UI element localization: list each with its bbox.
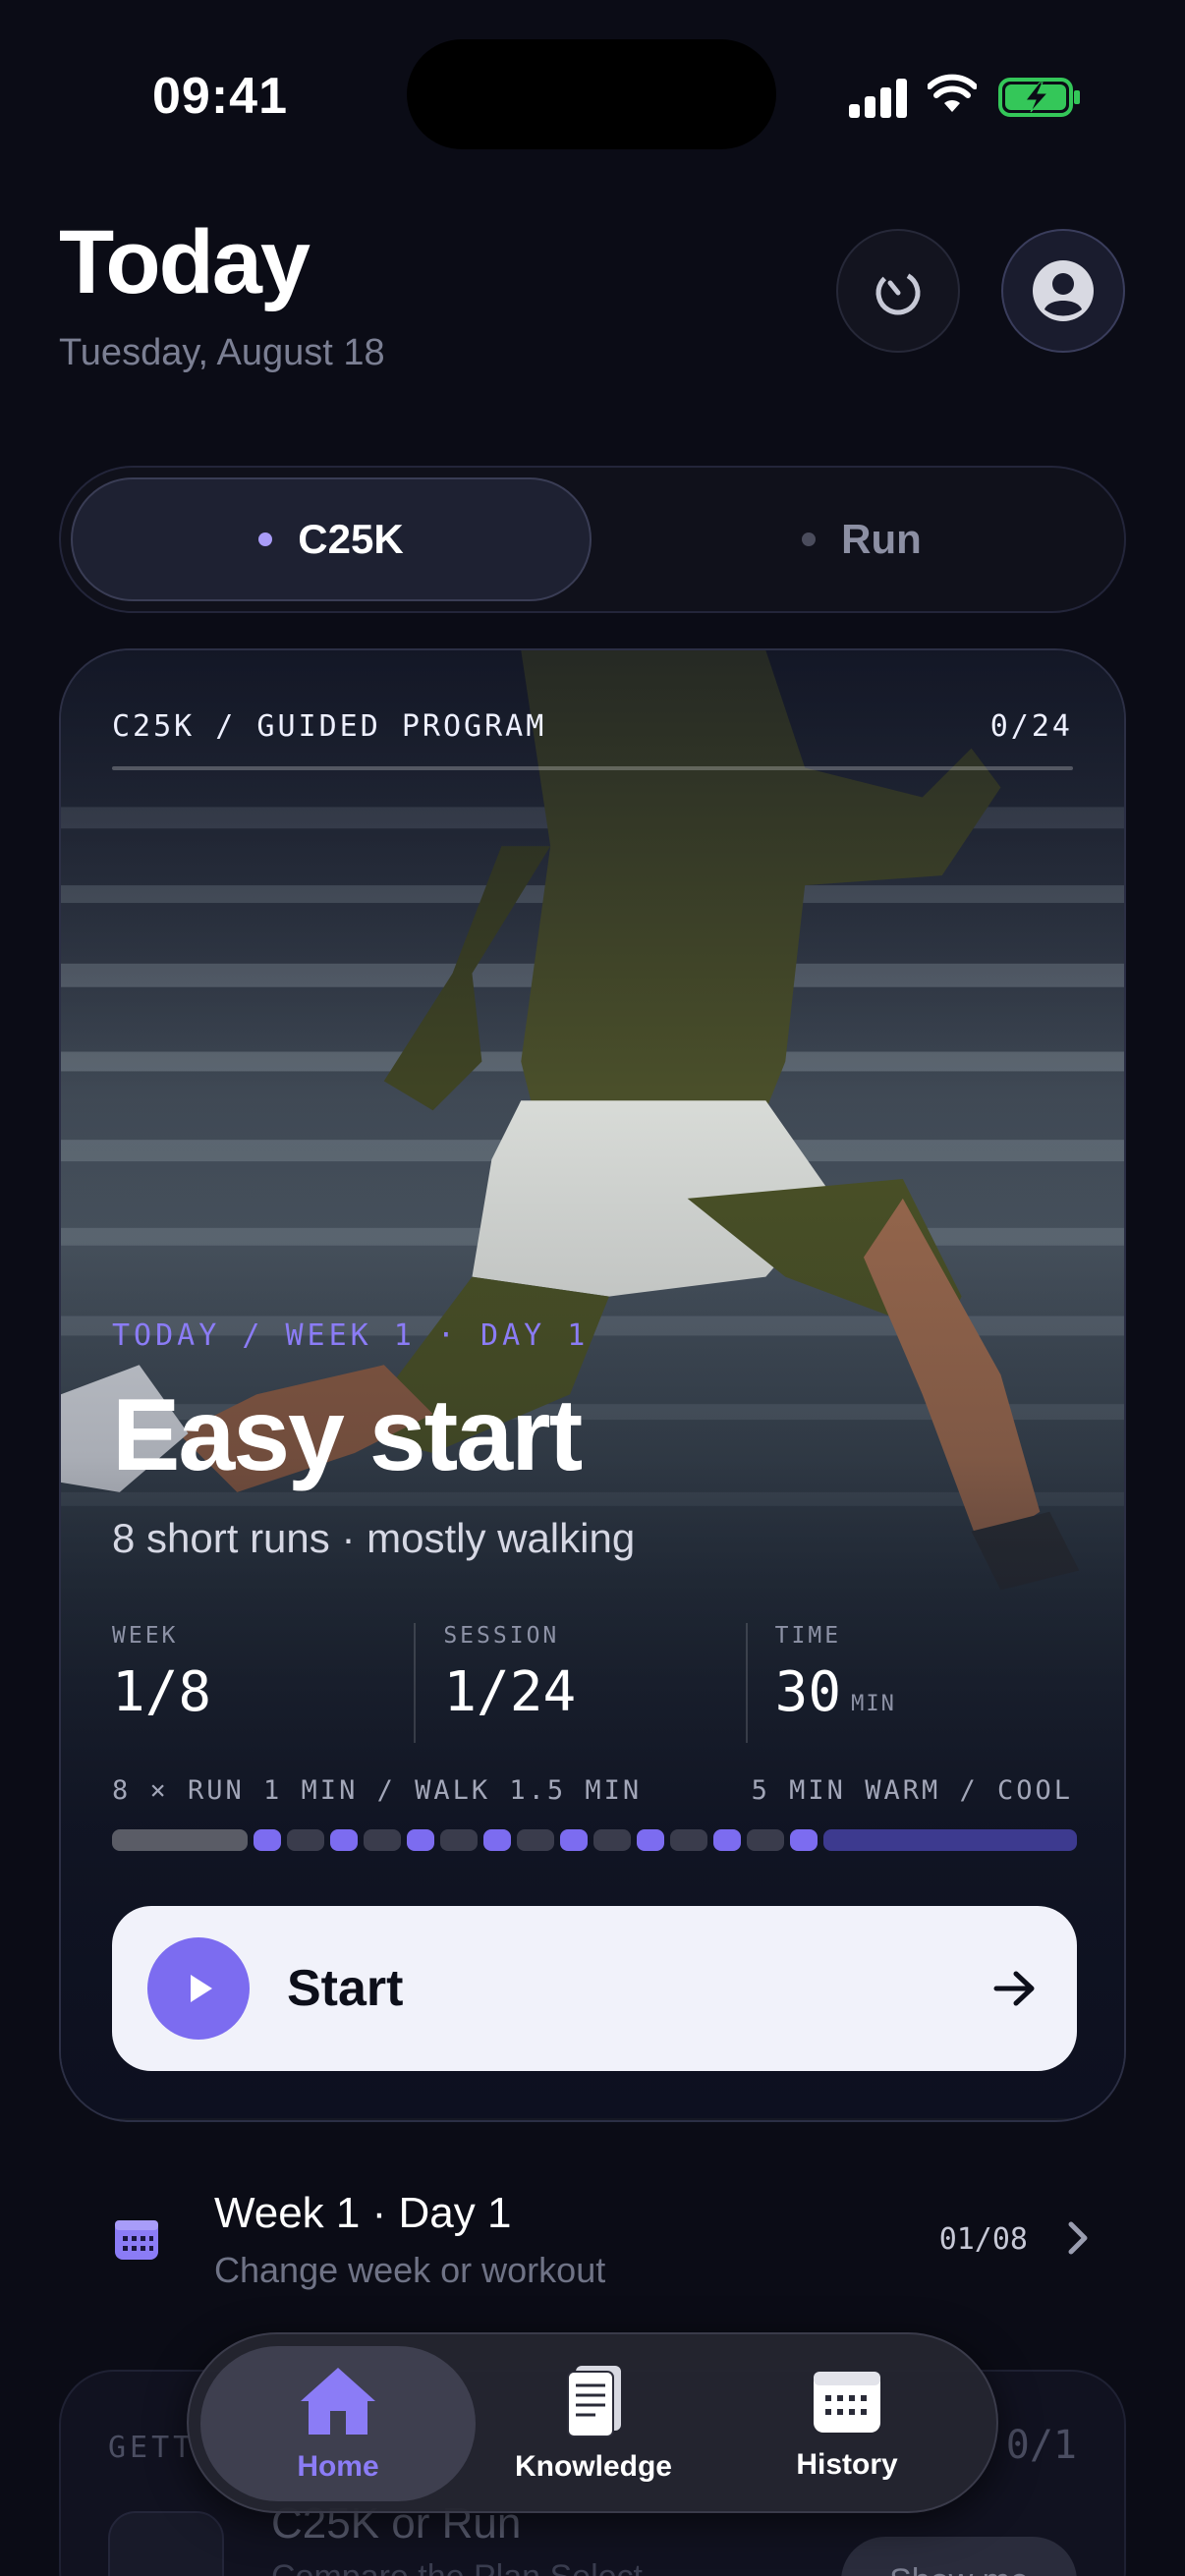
stat-week: WEEK 1/8 bbox=[112, 1623, 414, 1743]
workout-stats: WEEK 1/8 SESSION 1/24 TIME 30 MIN bbox=[112, 1623, 1077, 1743]
stat-label: TIME bbox=[774, 1623, 842, 1649]
run-segment bbox=[407, 1829, 434, 1851]
segment-tab-run[interactable]: Run bbox=[611, 477, 1112, 601]
calendar-icon bbox=[814, 2372, 880, 2433]
week-row-count: 01/08 bbox=[938, 2222, 1028, 2257]
document-icon bbox=[567, 2366, 621, 2437]
warmup-segment bbox=[112, 1829, 248, 1851]
stat-time: TIME 30 MIN bbox=[745, 1623, 1077, 1743]
start-label: Start bbox=[287, 1960, 404, 2017]
stat-session: SESSION 1/24 bbox=[414, 1623, 745, 1743]
run-segment bbox=[330, 1829, 358, 1851]
stat-value: 30 bbox=[774, 1660, 842, 1724]
program-progress-count: 0/24 bbox=[989, 709, 1073, 744]
stat-value-wrap: 30 MIN bbox=[775, 1660, 1077, 1724]
walk-segment bbox=[747, 1829, 784, 1851]
program-segmented-control: C25K Run bbox=[59, 466, 1126, 613]
segment-label: C25K bbox=[298, 516, 404, 562]
week-day-selector[interactable]: Week 1 · Day 1 Change week or workout 01… bbox=[59, 2171, 1126, 2309]
profile-button[interactable] bbox=[1001, 229, 1125, 353]
stopwatch-icon bbox=[875, 270, 921, 315]
inactive-dot bbox=[802, 532, 817, 546]
wifi-icon bbox=[928, 74, 977, 112]
walk-segment bbox=[287, 1829, 324, 1851]
dynamic-island bbox=[407, 39, 776, 149]
program-progress-bar bbox=[112, 766, 1073, 770]
segment-label: Run bbox=[841, 516, 922, 562]
tab-history[interactable]: History bbox=[709, 2346, 985, 2501]
segment-tab-c25k[interactable]: C25K bbox=[71, 477, 592, 601]
page-date: Tuesday, August 18 bbox=[59, 332, 385, 373]
bottom-tab-bar: Home Knowledge History bbox=[187, 2332, 998, 2513]
walk-segment bbox=[364, 1829, 401, 1851]
stat-unit: MIN bbox=[851, 1692, 896, 1716]
timer-button[interactable] bbox=[836, 229, 960, 353]
page-title: Today bbox=[59, 212, 310, 312]
warmup-description: 5 MIN WARM / COOL bbox=[751, 1775, 1073, 1806]
run-segment bbox=[790, 1829, 818, 1851]
program-label: C25K / GUIDED PROGRAM bbox=[112, 709, 547, 744]
workout-eyebrow: TODAY / WEEK 1 · DAY 1 bbox=[112, 1318, 590, 1353]
week-row-title: Week 1 · Day 1 bbox=[214, 2189, 512, 2237]
getting-started-count: 0/1 bbox=[1005, 2423, 1077, 2468]
week-row-subtitle: Change week or workout bbox=[214, 2250, 606, 2290]
workout-hero-card: C25K / GUIDED PROGRAM 0/24 TODAY / WEEK … bbox=[59, 648, 1126, 2122]
cooldown-segment bbox=[823, 1829, 1077, 1851]
run-segment bbox=[637, 1829, 664, 1851]
run-segment bbox=[713, 1829, 741, 1851]
getting-started-label: GETT bbox=[108, 2431, 196, 2465]
stat-label: WEEK bbox=[112, 1623, 179, 1649]
compare-icon bbox=[108, 2511, 224, 2576]
run-segment bbox=[483, 1829, 511, 1851]
tab-home[interactable]: Home bbox=[200, 2346, 476, 2501]
stat-value: 1/24 bbox=[443, 1660, 577, 1724]
interval-timeline bbox=[112, 1829, 1077, 1851]
calendar-icon bbox=[115, 2220, 158, 2260]
run-segment bbox=[254, 1829, 281, 1851]
getting-started-subtitle: Compare the Plan Select bbox=[271, 2558, 643, 2576]
workout-title: Easy start bbox=[112, 1378, 583, 1492]
active-dot bbox=[258, 532, 273, 546]
walk-segment bbox=[440, 1829, 478, 1851]
tab-label: Knowledge bbox=[514, 2450, 672, 2483]
workout-subtitle: 8 short runs · mostly walking bbox=[112, 1515, 636, 1561]
play-icon bbox=[147, 1937, 250, 2040]
status-time: 09:41 bbox=[152, 68, 288, 125]
show-me-button[interactable]: Show me bbox=[841, 2537, 1077, 2576]
stat-label: SESSION bbox=[443, 1623, 560, 1649]
interval-description: 8 × RUN 1 MIN / WALK 1.5 MIN bbox=[112, 1775, 643, 1806]
home-icon bbox=[301, 2368, 375, 2435]
tab-knowledge[interactable]: Knowledge bbox=[456, 2346, 731, 2501]
chevron-right-icon bbox=[1068, 2221, 1088, 2255]
arrow-right-icon bbox=[993, 1971, 1035, 2006]
walk-segment bbox=[593, 1829, 631, 1851]
start-workout-button[interactable]: Start bbox=[112, 1906, 1077, 2071]
stat-value: 1/8 bbox=[112, 1660, 212, 1724]
walk-segment bbox=[670, 1829, 707, 1851]
tab-label: History bbox=[796, 2448, 898, 2481]
battery-charging-icon bbox=[998, 78, 1080, 117]
cellular-signal-icon bbox=[849, 79, 908, 118]
tab-label: Home bbox=[297, 2450, 379, 2483]
run-segment bbox=[560, 1829, 588, 1851]
walk-segment bbox=[517, 1829, 554, 1851]
user-avatar-icon bbox=[1033, 260, 1094, 321]
